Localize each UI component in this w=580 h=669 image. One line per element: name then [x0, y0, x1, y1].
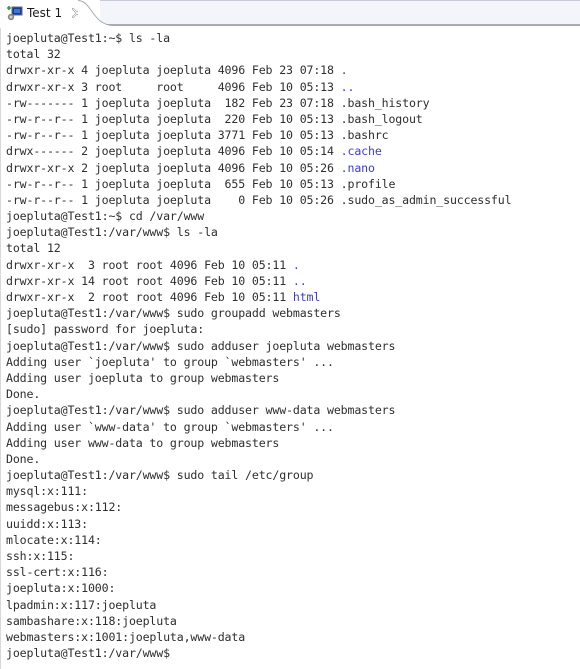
output-line: Done. [6, 451, 580, 467]
directory-name: .. [292, 273, 307, 288]
line-text: messagebus:x:112: [6, 500, 123, 515]
directory-name: .nano [340, 160, 375, 175]
listing-row: -rw-r--r-- 1 joepluta joepluta 655 Feb 1… [6, 176, 580, 192]
output-line: Done. [6, 386, 580, 402]
line-text: Done. [6, 451, 41, 466]
listing-row: -rw------- 1 joepluta joepluta 182 Feb 2… [6, 95, 580, 111]
tab-title: Test 1 [27, 6, 63, 20]
line-text: -rw-r--r-- 1 joepluta joepluta 3771 Feb … [6, 128, 389, 143]
output-line: Adding user `www-data' to group `webmast… [6, 419, 580, 435]
directory-name: . [340, 63, 348, 78]
prompt-line: joepluta@Test1:/var/www$ sudo adduser ww… [6, 402, 580, 418]
line-text: mysql:x:111: [6, 484, 88, 499]
line-text: -rw-r--r-- 1 joepluta joepluta 0 Feb 10 … [6, 192, 512, 207]
line-text: joepluta@Test1:/var/www$ [6, 646, 177, 661]
terminal-output[interactable]: joepluta@Test1:~$ ls -la total 32 drwxr-xr… [0, 28, 580, 669]
output-line: Adding user `joepluta' to group `webmast… [6, 354, 580, 370]
line-text: sambashare:x:118:joepluta [6, 613, 177, 628]
listing-row: drwx------ 2 joepluta joepluta 4096 Feb … [6, 143, 580, 159]
prompt-line: joepluta@Test1:~$ cd /var/www [6, 208, 580, 224]
line-text: ssl-cert:x:116: [6, 565, 109, 580]
output-line: Adding user www-data to group webmasters [6, 435, 580, 451]
prompt-line: joepluta@Test1:/var/www$ sudo groupadd w… [6, 305, 580, 321]
line-text: drwx------ 2 joepluta joepluta 4096 Feb … [6, 144, 341, 159]
line-text: Done. [6, 387, 41, 402]
listing-row: -rw-r--r-- 1 joepluta joepluta 3771 Feb … [6, 127, 580, 143]
output-line: lpadmin:x:117:joepluta [6, 597, 580, 613]
output-line: total 32 [6, 46, 580, 62]
line-text: Adding user `joepluta' to group `webmast… [6, 354, 334, 369]
line-text: drwxr-xr-x 4 joepluta joepluta 4096 Feb … [6, 63, 341, 78]
line-text: Adding user joepluta to group webmasters [6, 370, 280, 385]
output-line: mysql:x:111: [6, 483, 580, 499]
line-text: mlocate:x:114: [6, 532, 102, 547]
listing-row: drwxr-xr-x 2 root root 4096 Feb 10 05:11… [6, 289, 580, 305]
listing-row: drwxr-xr-x 3 root root 4096 Feb 10 05:11… [6, 257, 580, 273]
tab-bar: Test 1 [0, 0, 580, 27]
prompt-line: joepluta@Test1:/var/www$ ls -la [6, 224, 580, 240]
directory-name: . [292, 257, 300, 272]
output-line: Adding user joepluta to group webmasters [6, 370, 580, 386]
output-line: webmasters:x:1001:joepluta,www-data [6, 629, 580, 645]
output-line: ssh:x:115: [6, 548, 580, 564]
line-text: drwxr-xr-x 2 root root 4096 Feb 10 05:11 [6, 290, 293, 304]
line-text: webmasters:x:1001:joepluta,www-data [6, 629, 246, 644]
line-text: drwxr-xr-x 3 root root 4096 Feb 10 05:11 [6, 257, 293, 272]
line-text: joepluta:x:1000: [6, 581, 116, 596]
line-text: Adding user www-data to group webmasters [6, 435, 280, 450]
line-text: uuidd:x:113: [6, 516, 88, 531]
line-text: lpadmin:x:117:joepluta [6, 597, 157, 612]
line-text: total 32 [6, 47, 61, 62]
prompt-line: joepluta@Test1:/var/www$ sudo tail /etc/… [6, 467, 580, 483]
listing-row: drwxr-xr-x 3 root root 4096 Feb 10 05:13… [6, 79, 580, 95]
tab-edge [78, 0, 114, 27]
directory-name: html [292, 290, 321, 304]
output-line: sambashare:x:118:joepluta [6, 613, 580, 629]
line-text: joepluta@Test1:/var/www$ sudo adduser jo… [6, 338, 396, 353]
listing-row: drwxr-xr-x 2 joepluta joepluta 4096 Feb … [6, 160, 580, 176]
terminal-connection-icon [7, 5, 23, 20]
output-line: total 12 [6, 240, 580, 256]
directory-name: .cache [340, 144, 382, 159]
line-text: drwxr-xr-x 2 joepluta joepluta 4096 Feb … [6, 160, 341, 175]
line-text: Adding user `www-data' to group `webmast… [6, 419, 334, 434]
listing-row: -rw-r--r-- 1 joepluta joepluta 220 Feb 1… [6, 111, 580, 127]
output-line: ssl-cert:x:116: [6, 564, 580, 580]
line-text: drwxr-xr-x 14 root root 4096 Feb 10 05:1… [6, 273, 293, 288]
line-text: -rw------- 1 joepluta joepluta 182 Feb 2… [6, 95, 430, 110]
output-line: uuidd:x:113: [6, 516, 580, 532]
line-text: joepluta@Test1:~$ cd /var/www [6, 209, 205, 224]
listing-row: drwxr-xr-x 4 joepluta joepluta 4096 Feb … [6, 62, 580, 78]
directory-name: .. [340, 79, 355, 94]
prompt-line: joepluta@Test1:/var/www$ sudo adduser jo… [6, 338, 580, 354]
prompt-line: joepluta@Test1:/var/www$ [6, 645, 580, 661]
output-line: joepluta:x:1000: [6, 580, 580, 596]
listing-row: drwxr-xr-x 14 root root 4096 Feb 10 05:1… [6, 273, 580, 289]
line-text: total 12 [6, 241, 61, 256]
listing-row: -rw-r--r-- 1 joepluta joepluta 0 Feb 10 … [6, 192, 580, 208]
line-text: drwxr-xr-x 3 root root 4096 Feb 10 05:13 [6, 79, 341, 94]
line-text: -rw-r--r-- 1 joepluta joepluta 220 Feb 1… [6, 111, 423, 126]
line-text: joepluta@Test1:/var/www$ sudo adduser ww… [6, 403, 396, 418]
line-text: [sudo] password for joepluta: [6, 322, 205, 337]
output-line: messagebus:x:112: [6, 499, 580, 515]
prompt-line: joepluta@Test1:~$ ls -la [6, 30, 580, 46]
output-line: mlocate:x:114: [6, 532, 580, 548]
output-line: [sudo] password for joepluta: [6, 321, 580, 337]
line-text: -rw-r--r-- 1 joepluta joepluta 655 Feb 1… [6, 176, 396, 191]
line-text: ssh:x:115: [6, 549, 75, 563]
line-text: joepluta@Test1:~$ ls -la [6, 31, 170, 45]
line-text: joepluta@Test1:/var/www$ sudo tail /etc/… [6, 468, 314, 483]
line-text: joepluta@Test1:/var/www$ ls -la [6, 225, 218, 240]
line-text: joepluta@Test1:/var/www$ sudo groupadd w… [6, 306, 341, 321]
